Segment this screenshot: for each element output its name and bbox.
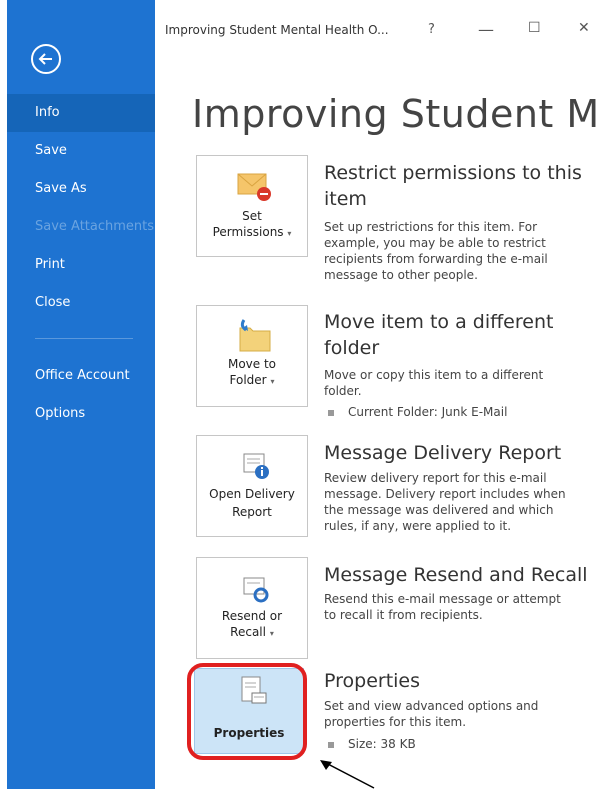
button-label-2: Permissions ▾: [212, 225, 292, 239]
back-arrow-icon: [38, 53, 52, 65]
close-window-button[interactable]: ✕: [578, 20, 590, 36]
section-title: Message Resend and Recall: [324, 564, 588, 586]
size-info: Size: 38 KB: [328, 737, 416, 751]
help-button[interactable]: ?: [428, 22, 435, 37]
section-title: Message Delivery Report: [324, 442, 562, 464]
resend-or-recall-button[interactable]: Resend or Recall ▾: [196, 557, 308, 659]
minimize-button[interactable]: —: [478, 20, 494, 39]
move-to-folder-button[interactable]: Move to Folder ▾: [196, 305, 308, 407]
backstage-nav: Info Save Save As Save Attachments Print…: [7, 94, 155, 433]
button-label-2: Recall ▾: [230, 625, 274, 639]
section-description: Move or copy this item to a different fo…: [324, 368, 544, 398]
nav-divider: [35, 338, 133, 339]
section-title: Restrict permissions to this item: [324, 162, 582, 210]
set-permissions-button[interactable]: Set Permissions ▾: [196, 155, 308, 257]
dropdown-caret-icon: ▾: [269, 629, 274, 638]
left-edge: [0, 0, 7, 789]
envelope-restrict-icon: [237, 173, 271, 201]
page-title: Improving Student M...: [192, 92, 603, 136]
back-button[interactable]: [31, 44, 61, 74]
button-label-2: Report: [232, 505, 272, 519]
bullet-icon: [328, 741, 334, 748]
dropdown-caret-icon: ▾: [270, 377, 275, 386]
button-label: Open Delivery: [209, 487, 295, 501]
dropdown-caret-icon: ▾: [287, 229, 292, 238]
button-label: Move to: [227, 357, 277, 371]
nav-options[interactable]: Options: [7, 395, 155, 433]
current-folder-info: Current Folder: Junk E-Mail: [328, 405, 507, 419]
section-title: Properties: [324, 670, 421, 692]
nav-office-account[interactable]: Office Account: [7, 357, 155, 395]
nav-save-attachments: Save Attachments: [35, 219, 155, 234]
red-highlight-box: [187, 663, 307, 760]
move-folder-icon: [239, 319, 271, 352]
delivery-report-icon: [243, 453, 269, 479]
button-label-2: Folder ▾: [229, 373, 275, 387]
window-title: Improving Student Mental Health O...: [165, 23, 389, 37]
nav-print[interactable]: Print: [7, 246, 155, 284]
bullet-icon: [328, 409, 334, 416]
section-description: Set and view advanced options and proper…: [324, 699, 539, 729]
open-delivery-report-button[interactable]: Open Delivery Report: [196, 435, 308, 537]
section-description: Resend this e-mail message or attempt to…: [324, 592, 561, 622]
section-description: Set up restrictions for this item. For e…: [324, 220, 548, 282]
resend-recall-icon: [243, 577, 269, 603]
maximize-button[interactable]: ☐: [528, 20, 541, 36]
nav-save[interactable]: Save: [7, 132, 155, 170]
section-title: Move item to a different folder: [324, 311, 554, 359]
nav-info[interactable]: Info: [7, 94, 155, 132]
nav-save-as[interactable]: Save As: [7, 170, 155, 208]
button-label: Resend or: [221, 609, 283, 623]
section-description: Review delivery report for this e-mail m…: [324, 471, 566, 533]
button-label: Set: [242, 209, 262, 223]
nav-close[interactable]: Close: [7, 284, 155, 322]
annotation-arrow-icon: [320, 760, 375, 789]
backstage-sidebar: Info Save Save As Save Attachments Print…: [0, 0, 155, 789]
